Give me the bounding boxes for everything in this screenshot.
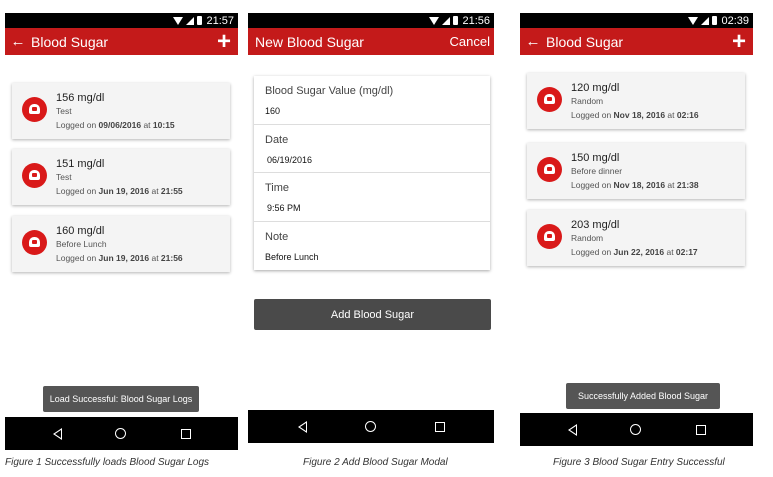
entry-note: Before dinner (571, 166, 623, 176)
nav-home-icon[interactable] (115, 428, 127, 439)
nav-bar (5, 417, 238, 450)
note-label: Note (265, 230, 289, 243)
entry-note: Test (56, 106, 72, 116)
time-field-row: Time 9:56 PM (254, 173, 490, 222)
list-item[interactable]: 151 mg/dl Test Logged on Jun 19, 2016 at… (12, 149, 230, 205)
nav-recents-icon[interactable] (695, 424, 706, 435)
nav-recents-icon[interactable] (434, 421, 445, 432)
screen-new-blood-sugar: 21:56 New Blood Sugar Cancel Blood Sugar… (248, 13, 494, 443)
entry-note: Random (571, 233, 604, 243)
nav-bar (520, 413, 753, 446)
nav-home-icon[interactable] (364, 421, 376, 432)
list-item[interactable]: 120 mg/dl Random Logged on Nov 18, 2016 … (527, 73, 745, 129)
nav-recents-icon[interactable] (180, 428, 191, 439)
add-blood-sugar-button[interactable]: Add Blood Sugar (254, 299, 491, 330)
plus-icon[interactable]: + (725, 29, 753, 54)
cancel-button[interactable]: Cancel (450, 34, 494, 49)
blood-drop-heart-icon (537, 87, 562, 112)
blood-sugar-form: Blood Sugar Value (mg/dl) 160 Date 06/19… (254, 76, 490, 270)
arrow-left-icon[interactable]: ← (5, 28, 31, 55)
entry-value: 160 mg/dl (56, 225, 105, 237)
entry-note: Before Lunch (56, 239, 107, 249)
list-item[interactable]: 156 mg/dl Test Logged on 09/06/2016 at 1… (12, 83, 230, 139)
date-label: Date (265, 133, 289, 146)
battery-icon (712, 16, 718, 25)
app-bar: ← Blood Sugar + (520, 28, 753, 55)
wifi-icon (429, 16, 440, 25)
status-icons (688, 16, 718, 25)
blood-drop-heart-icon (22, 97, 47, 122)
entry-note: Random (571, 96, 604, 106)
blood-drop-heart-icon (22, 230, 47, 255)
nav-back-icon[interactable] (52, 427, 63, 440)
value-field-row: Blood Sugar Value (mg/dl) 160 (254, 76, 490, 125)
date-input[interactable]: 06/19/2016 (265, 155, 467, 165)
note-input[interactable]: Before Lunch (265, 252, 465, 262)
screen-blood-sugar-logs-updated: 02:39 ← Blood Sugar + 120 mg/dl Random L… (520, 13, 753, 446)
value-input[interactable]: 160 (265, 106, 465, 116)
entry-value: 156 mg/dl (56, 92, 105, 104)
signal-icon (701, 16, 710, 25)
status-bar: 21:57 (5, 13, 238, 28)
arrow-left-icon[interactable]: ← (520, 28, 546, 55)
blood-drop-heart-icon (537, 224, 562, 249)
nav-bar (248, 410, 494, 443)
entry-value: 203 mg/dl (571, 219, 620, 231)
list-item[interactable]: 150 mg/dl Before dinner Logged on Nov 18… (527, 143, 745, 199)
screen-blood-sugar-logs: 21:57 ← Blood Sugar + 156 mg/dl Test Log… (5, 13, 238, 450)
status-time: 21:57 (206, 14, 234, 27)
page-title: Blood Sugar (546, 33, 624, 50)
entry-logged: Logged on Nov 18, 2016 at 21:38 (571, 180, 699, 190)
app-bar: New Blood Sugar Cancel (248, 28, 494, 55)
list-item[interactable]: 203 mg/dl Random Logged on Jun 22, 2016 … (527, 210, 745, 266)
nav-back-icon[interactable] (297, 420, 308, 433)
status-icons (173, 16, 203, 25)
entry-value: 150 mg/dl (571, 152, 620, 164)
nav-back-icon[interactable] (567, 423, 578, 436)
nav-home-icon[interactable] (630, 424, 642, 435)
signal-icon (442, 16, 451, 25)
status-bar: 21:56 (248, 13, 494, 28)
wifi-icon (688, 16, 699, 25)
entry-logged: Logged on Jun 19, 2016 at 21:56 (56, 253, 183, 263)
entry-logged: Logged on Nov 18, 2016 at 02:16 (571, 110, 699, 120)
signal-icon (186, 16, 195, 25)
note-field-row: Note Before Lunch (254, 222, 490, 271)
plus-icon[interactable]: + (210, 29, 238, 54)
wifi-icon (173, 16, 184, 25)
blood-drop-heart-icon (22, 163, 47, 188)
time-input[interactable]: 9:56 PM (265, 203, 467, 213)
status-bar: 02:39 (520, 13, 753, 28)
list-item[interactable]: 160 mg/dl Before Lunch Logged on Jun 19,… (12, 216, 230, 272)
page-title: New Blood Sugar (255, 33, 364, 50)
page-title: Blood Sugar (31, 33, 109, 50)
entry-logged: Logged on Jun 22, 2016 at 02:17 (571, 247, 698, 257)
entry-value: 151 mg/dl (56, 158, 105, 170)
figure-caption-2: Figure 2 Add Blood Sugar Modal (303, 457, 448, 468)
entry-value: 120 mg/dl (571, 82, 620, 94)
toast-message: Load Successful: Blood Sugar Logs (43, 386, 199, 412)
blood-drop-heart-icon (537, 157, 562, 182)
entry-logged: Logged on 09/06/2016 at 10:15 (56, 120, 175, 130)
battery-icon (197, 16, 203, 25)
toast-message: Successfully Added Blood Sugar (566, 383, 720, 409)
figure-caption-3: Figure 3 Blood Sugar Entry Successful (553, 457, 725, 468)
battery-icon (453, 16, 459, 25)
status-time: 21:56 (462, 14, 490, 27)
figure-caption-1: Figure 1 Successfully loads Blood Sugar … (5, 457, 210, 468)
entry-note: Test (56, 172, 72, 182)
entry-logged: Logged on Jun 19, 2016 at 21:55 (56, 186, 183, 196)
status-time: 02:39 (721, 14, 749, 27)
time-label: Time (265, 182, 290, 194)
app-bar: ← Blood Sugar + (5, 28, 238, 55)
status-icons (429, 16, 459, 25)
date-field-row: Date 06/19/2016 (254, 125, 490, 173)
value-label: Blood Sugar Value (mg/dl) (265, 85, 394, 97)
